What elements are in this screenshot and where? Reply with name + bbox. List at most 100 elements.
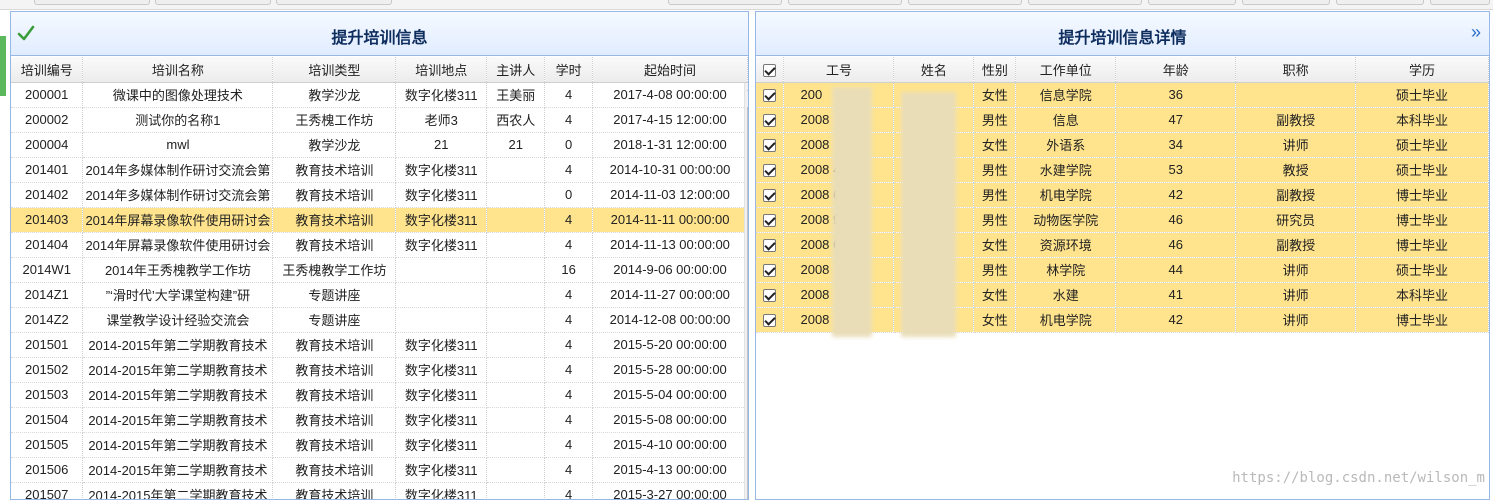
table-row[interactable]: 2014W1 2014年王秀槐教学工作坊 王秀槐教学工作坊 16 2014-9-06 0…: [11, 257, 748, 283]
column-header[interactable]: 工号: [783, 57, 895, 83]
row-checkbox[interactable]: [756, 282, 785, 308]
toolbar-button[interactable]: [34, 0, 150, 5]
table-cell: 水建: [1015, 282, 1117, 308]
table-row[interactable]: 201505 2014-2015年第二学期教育技术 教育技术培训 数字化楼311 4 20…: [11, 432, 748, 458]
row-checkbox[interactable]: [756, 257, 785, 283]
table-cell: 2014-2015年第二学期教育技术: [82, 357, 274, 383]
table-row[interactable]: 2014Z1 ”‘滑时代’大学课堂构建”研 专题讲座 4 2014-11-27 00:0…: [11, 282, 748, 308]
toolbar-button[interactable]: [1430, 0, 1490, 5]
table-cell: 副教授: [1235, 232, 1357, 258]
column-header[interactable]: 工作单位: [1015, 57, 1117, 83]
row-checkbox[interactable]: [756, 232, 785, 258]
table-cell: 博士毕业: [1355, 232, 1489, 258]
table-cell: 王秀槐工作坊: [272, 107, 397, 133]
table-cell: 16: [544, 257, 594, 283]
watermark: https://blog.csdn.net/wilson_m: [1232, 470, 1485, 486]
toolbar-button[interactable]: [1028, 0, 1142, 5]
checkbox-checked-icon[interactable]: [763, 289, 777, 303]
column-header[interactable]: 培训编号: [11, 57, 84, 83]
table-cell: 201505: [11, 432, 84, 458]
checkbox-checked-icon[interactable]: [763, 114, 777, 128]
column-header[interactable]: 学历: [1355, 57, 1489, 83]
row-checkbox[interactable]: [756, 307, 785, 333]
scrollbar-thumb[interactable]: [747, 107, 748, 499]
checkbox-checked-icon[interactable]: [763, 189, 777, 203]
checkbox-checked-icon[interactable]: [763, 139, 777, 153]
table-cell: 数字化楼311: [395, 207, 488, 233]
table-row[interactable]: 201404 2014年屏幕录像软件使用研讨会 教育技术培训 数字化楼311 4 2014…: [11, 232, 748, 258]
toolbar-button[interactable]: [276, 0, 392, 5]
column-header[interactable]: 起始时间: [592, 57, 748, 83]
table-cell: [1235, 82, 1357, 108]
table-cell: 2017-4-15 12:00:00: [592, 107, 748, 133]
column-header[interactable]: 培训地点: [395, 57, 488, 83]
table-row[interactable]: 201504 2014-2015年第二学期教育技术 教育技术培训 数字化楼311 4 20…: [11, 407, 748, 433]
checkbox-checked-icon[interactable]: [763, 264, 777, 278]
table-cell: 数字化楼311: [395, 182, 488, 208]
checkbox-checked-icon[interactable]: [763, 164, 777, 178]
toolbar-button[interactable]: [1336, 0, 1424, 5]
checkbox-checked-icon[interactable]: [763, 214, 777, 228]
table-cell: 数字化楼311: [395, 332, 488, 358]
table-cell: 硕士毕业: [1355, 157, 1489, 183]
table-cell: 数字化楼311: [395, 407, 488, 433]
redaction-blur: [832, 87, 872, 337]
row-checkbox[interactable]: [756, 182, 785, 208]
column-header[interactable]: 培训名称: [82, 57, 274, 83]
table-cell: 数字化楼311: [395, 232, 488, 258]
toolbar-button[interactable]: [668, 0, 782, 5]
table-cell: 46: [1115, 207, 1237, 233]
table-row[interactable]: 201401 2014年多媒体制作研讨交流会第 教育技术培训 数字化楼311 4 2014…: [11, 157, 748, 183]
checkbox-checked-icon[interactable]: [763, 89, 777, 103]
table-cell: 200001: [11, 82, 84, 108]
scroll-up-arrow-icon[interactable]: [747, 85, 748, 91]
toolbar-button[interactable]: [1242, 0, 1330, 5]
checkbox-checked-icon[interactable]: [763, 314, 777, 328]
table-cell: 2015-3-27 00:00:00: [592, 482, 748, 499]
column-header[interactable]: 职称: [1235, 57, 1357, 83]
toolbar-button[interactable]: [788, 0, 902, 5]
table-cell: 4: [544, 482, 594, 499]
table-row[interactable]: 201501 2014-2015年第二学期教育技术 教育技术培训 数字化楼311 4 20…: [11, 332, 748, 358]
table-row[interactable]: 201503 2014-2015年第二学期教育技术 教育技术培训 数字化楼311 4 20…: [11, 382, 748, 408]
vertical-scrollbar[interactable]: [744, 83, 748, 499]
table-row[interactable]: 200001 微课中的图像处理技术 教学沙龙 数字化楼311 王美丽 4 2017-4-08…: [11, 82, 748, 108]
table-row[interactable]: 201402 2014年多媒体制作研讨交流会第 教育技术培训 数字化楼311 0 2014…: [11, 182, 748, 208]
table-cell: [486, 307, 546, 333]
table-row[interactable]: 2014Z2 课堂教学设计经验交流会 专题讲座 4 2014-12-08 00:00:0…: [11, 307, 748, 333]
column-header[interactable]: 主讲人: [486, 57, 546, 83]
table-row[interactable]: 201506 2014-2015年第二学期教育技术 教育技术培训 数字化楼311 4 20…: [11, 457, 748, 483]
table-cell: 王美丽: [486, 82, 546, 108]
toolbar-button[interactable]: [908, 0, 1022, 5]
table-row[interactable]: 201502 2014-2015年第二学期教育技术 教育技术培训 数字化楼311 4 20…: [11, 357, 748, 383]
column-header[interactable]: 年龄: [1115, 57, 1237, 83]
column-header[interactable]: 性别: [973, 57, 1017, 83]
row-checkbox[interactable]: [756, 207, 785, 233]
row-checkbox[interactable]: [756, 82, 785, 108]
table-row[interactable]: 200002 测试你的名称1 王秀槐工作坊 老师3 西农人 4 2017-4-15 12:0…: [11, 107, 748, 133]
table-cell: [486, 157, 546, 183]
select-all-checkbox[interactable]: [756, 57, 785, 83]
row-checkbox[interactable]: [756, 132, 785, 158]
row-checkbox[interactable]: [756, 157, 785, 183]
checkbox-checked-icon[interactable]: [763, 239, 777, 253]
table-row[interactable]: 200004 mwl 教学沙龙 21 21 0 2018-1-31 12:00:00: [11, 132, 748, 158]
table-cell: 41: [1115, 282, 1237, 308]
table-cell: 46: [1115, 232, 1237, 258]
table-row[interactable]: 201507 2014-2015年第二学期教育技术 教育技术培训 数字化楼311 4 20…: [11, 482, 748, 499]
table-row[interactable]: 201403 2014年屏幕录像软件使用研讨会 教育技术培训 数字化楼311 4 2014…: [11, 207, 748, 233]
table-header-row: 培训编号 培训名称 培训类型 培训地点 主讲人 学时 起始时间: [11, 57, 748, 83]
table-cell: 2015-4-13 00:00:00: [592, 457, 748, 483]
checkbox-checked-icon[interactable]: [763, 63, 777, 77]
table-cell: ”‘滑时代’大学课堂构建”研: [82, 282, 274, 308]
toolbar-button[interactable]: [1148, 0, 1236, 5]
table-cell: 教育技术培训: [272, 157, 397, 183]
column-header[interactable]: 学时: [544, 57, 594, 83]
toolbar-button[interactable]: [155, 0, 271, 5]
double-chevron-right-icon[interactable]: »: [1471, 22, 1481, 43]
table-cell: 硕士毕业: [1355, 82, 1489, 108]
column-header[interactable]: 姓名: [893, 57, 975, 83]
column-header[interactable]: 培训类型: [272, 57, 397, 83]
row-checkbox[interactable]: [756, 107, 785, 133]
table-cell: [395, 307, 488, 333]
